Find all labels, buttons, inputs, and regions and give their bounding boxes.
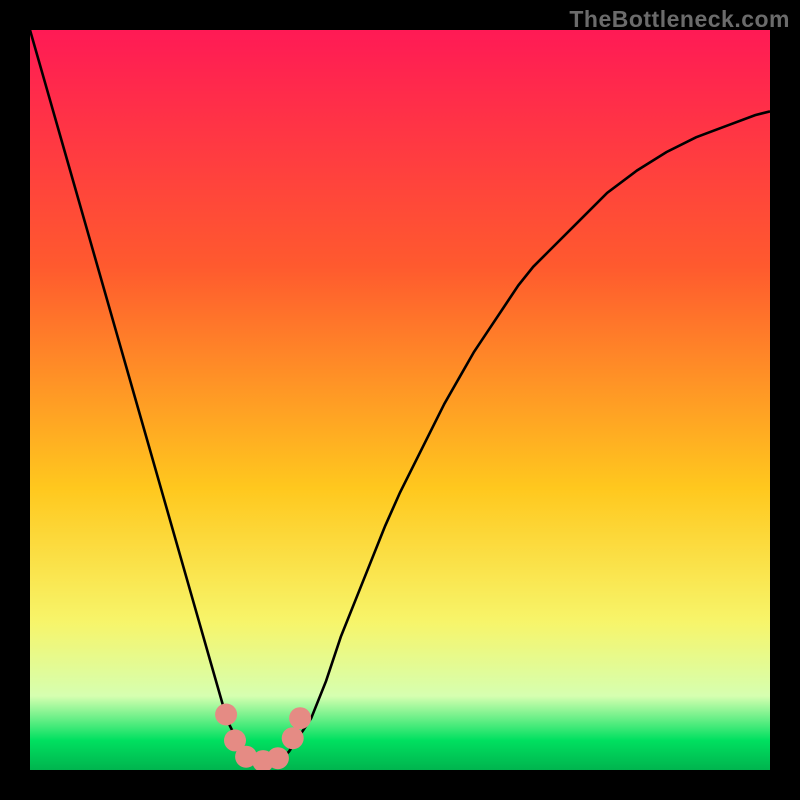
chart-frame: TheBottleneck.com [0,0,800,800]
highlight-dot [267,747,289,769]
highlight-dot [289,707,311,729]
attribution-text: TheBottleneck.com [569,6,790,33]
bottleneck-plot [30,30,770,770]
highlight-dot [282,727,304,749]
highlight-dot [215,704,237,726]
gradient-background [30,30,770,770]
